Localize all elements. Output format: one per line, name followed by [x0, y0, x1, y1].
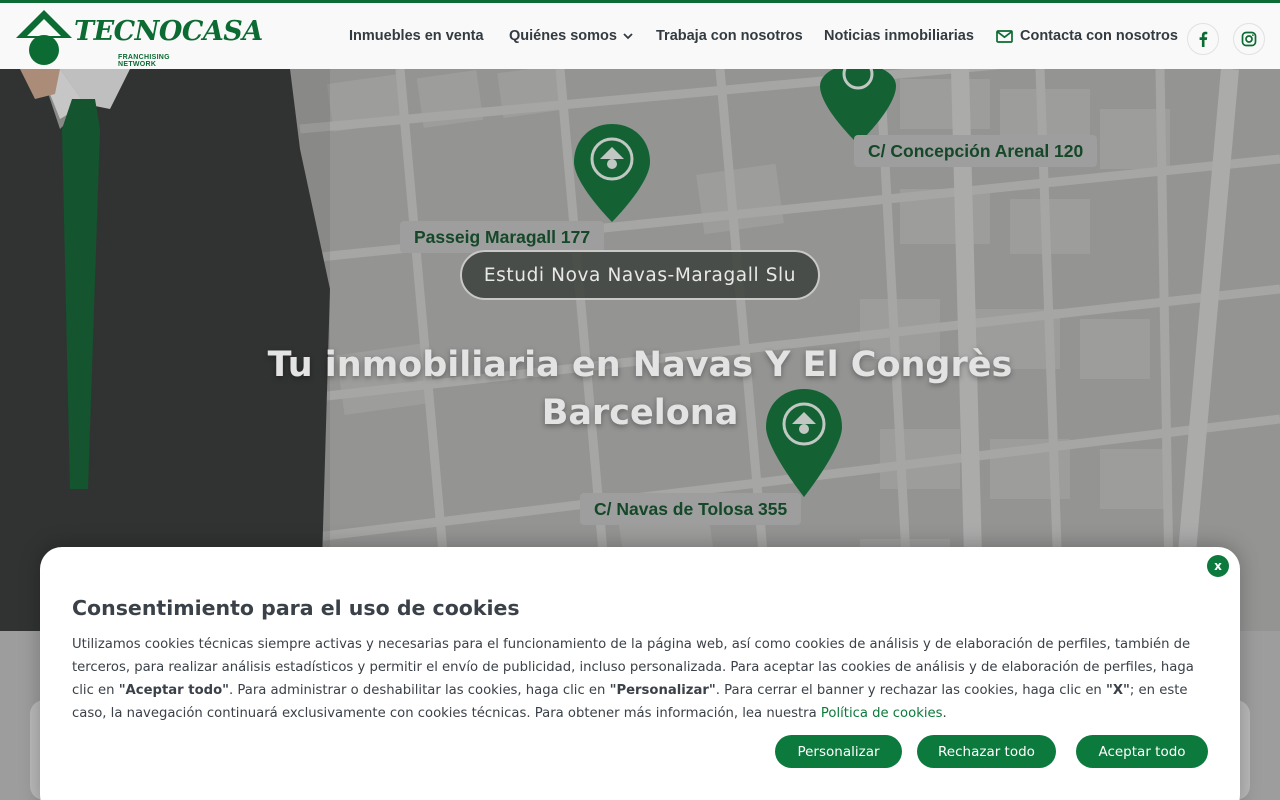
nav-item-inmuebles[interactable]: Inmuebles en venta — [349, 3, 484, 69]
agency-badge: Estudi Nova Navas-Maragall Slu — [460, 250, 820, 300]
button-label: Rechazar todo — [938, 743, 1035, 760]
close-icon: x — [1214, 559, 1222, 573]
button-label: Personalizar — [797, 743, 880, 760]
close-button[interactable]: x — [1207, 555, 1229, 577]
logo-tagline: FRANCHISING NETWORK — [118, 54, 170, 68]
nav-item-label: Quiénes somos — [509, 28, 617, 44]
nav-item-contacta[interactable]: Contacta con nosotros — [996, 3, 1178, 69]
reject-all-button[interactable]: Rechazar todo — [917, 735, 1056, 768]
mail-icon — [996, 29, 1013, 43]
hero-title-line1: Tu inmobiliaria en Navas Y El Congrès — [267, 345, 1013, 385]
cookie-text: . Para cerrar el banner y rechazar las c… — [715, 683, 1106, 698]
cookie-text-customize: "Personalizar" — [609, 683, 716, 698]
site-header: TECNOCASA FRANCHISING NETWORK Inmuebles … — [0, 0, 1280, 69]
cookie-text: . Para administrar o deshabilitar las co… — [229, 683, 610, 698]
nav-item-label: Contacta con nosotros — [1020, 28, 1178, 44]
hero-title-line2: Barcelona — [541, 393, 739, 433]
cookie-text-accept: "Aceptar todo" — [118, 683, 229, 698]
instagram-icon — [1241, 31, 1257, 47]
nav-item-trabaja[interactable]: Trabaja con nosotros — [656, 3, 803, 69]
cookie-description: Utilizamos cookies técnicas siempre acti… — [72, 633, 1212, 725]
nav-item-label: Trabaja con nosotros — [656, 28, 803, 44]
cookie-text-x: "X" — [1105, 683, 1130, 698]
facebook-icon — [1199, 31, 1208, 47]
accept-all-button[interactable]: Aceptar todo — [1076, 735, 1208, 768]
logo-wordmark: TECNOCASA — [74, 16, 263, 47]
button-label: Aceptar todo — [1098, 743, 1186, 760]
tecnocasa-logo[interactable]: TECNOCASA FRANCHISING NETWORK — [14, 8, 263, 68]
cookie-title: Consentimiento para el uso de cookies — [72, 596, 520, 620]
cookie-text: . — [942, 706, 947, 721]
house-logo-icon — [16, 10, 72, 65]
chevron-down-icon — [623, 32, 633, 39]
nav-item-label: Noticias inmobiliarias — [824, 28, 974, 44]
nav-item-noticias[interactable]: Noticias inmobiliarias — [824, 3, 974, 69]
instagram-button[interactable] — [1233, 23, 1265, 55]
cookie-policy-link[interactable]: Política de cookies — [821, 706, 943, 721]
agency-name: Estudi Nova Navas-Maragall Slu — [483, 264, 797, 286]
facebook-button[interactable] — [1187, 23, 1219, 55]
nav-item-label: Inmuebles en venta — [349, 28, 484, 44]
cookie-consent-dialog: x Consentimiento para el uso de cookies … — [40, 547, 1240, 800]
nav-item-quienes-somos[interactable]: Quiénes somos — [509, 3, 633, 69]
customize-button[interactable]: Personalizar — [775, 735, 902, 768]
